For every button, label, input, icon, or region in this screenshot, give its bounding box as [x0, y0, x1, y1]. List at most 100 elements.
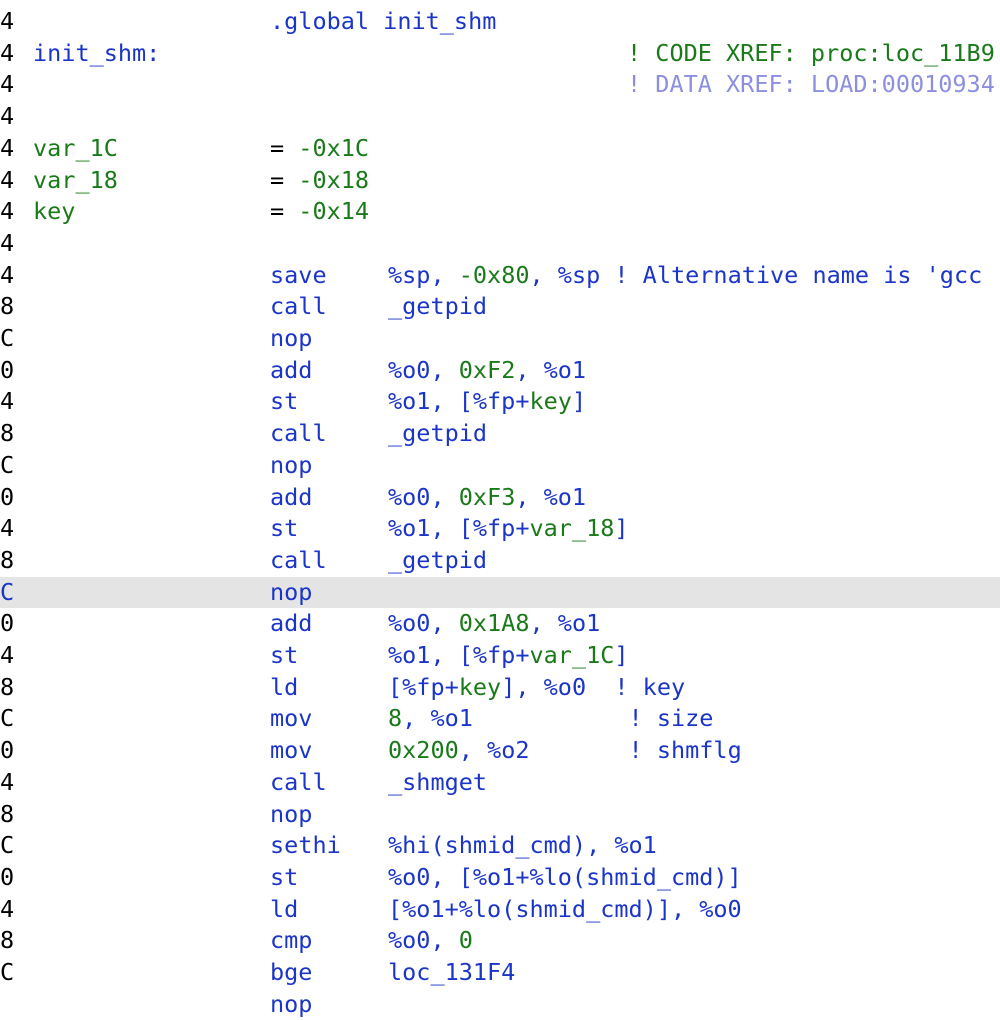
row-global[interactable]: 4 .global init_shm — [0, 6, 1000, 38]
operands[interactable]: %o1, [%fp+var_1C] — [388, 640, 629, 672]
row-mov-shmflg[interactable]: 0 mov 0x200, %o2 ! shmflg — [0, 735, 1000, 767]
mnemonic[interactable]: cmp — [270, 925, 312, 957]
code-label[interactable]: init_shm: — [33, 38, 160, 70]
token: nop — [270, 450, 313, 479]
token: 0x1A8 — [458, 609, 530, 638]
operands[interactable]: %o0, 0 — [388, 925, 473, 957]
row-st-var-1c[interactable]: 4 st %o1, [%fp+var_1C] — [0, 640, 1000, 672]
row-nop-1[interactable]: Cnop — [0, 323, 1000, 355]
mnemonic[interactable]: ld — [270, 672, 298, 704]
row-save[interactable]: 4 save %sp, -0x80, %sp ! Alternative name … — [0, 260, 1000, 292]
mnemonic[interactable]: mov — [270, 735, 312, 767]
operands[interactable]: %o0, 0xF3, %o1 — [388, 482, 586, 514]
row-add-f3[interactable]: 0 add %o0, 0xF3, %o1 — [0, 482, 1000, 514]
mnemonic[interactable]: sethi — [270, 830, 341, 862]
code-label[interactable]: key — [33, 196, 75, 228]
mnemonic[interactable]: st — [270, 513, 298, 545]
address: C — [0, 958, 15, 986]
row-mov-size[interactable]: Cmov 8, %o1 ! size — [0, 703, 1000, 735]
mnemonic[interactable]: save — [270, 260, 327, 292]
operands[interactable]: %o1, [%fp+var_18] — [388, 513, 629, 545]
mnemonic[interactable]: call — [270, 545, 327, 577]
operands[interactable]: _getpid — [388, 545, 487, 577]
operands[interactable]: 8, %o1 ! size — [388, 703, 713, 735]
token: var_1C — [529, 641, 615, 669]
code-label[interactable]: var_1C — [33, 133, 118, 165]
row-cmp[interactable]: 8 cmp %o0, 0 — [0, 925, 1000, 957]
row-key[interactable]: 4 key = -0x14 — [0, 196, 1000, 228]
mnemonic[interactable]: nop — [270, 577, 312, 609]
mnemonic[interactable]: = -0x14 — [270, 196, 369, 228]
row-add-1a8[interactable]: 0 add %o0, 0x1A8, %o1 — [0, 608, 1000, 640]
token: sethi — [270, 831, 341, 860]
row-call-getpid-3[interactable]: 8 call _getpid — [0, 545, 1000, 577]
row-nop-2[interactable]: Cnop — [0, 450, 1000, 482]
token: _getpid — [388, 419, 488, 448]
token: 0xF3 — [458, 482, 516, 511]
mnemonic[interactable]: .global init_shm — [270, 6, 496, 38]
mnemonic[interactable]: nop — [270, 450, 312, 482]
mnemonic[interactable]: call — [270, 767, 327, 799]
row-data-xref[interactable]: 4 ! DATA XREF: LOAD:00010934 — [0, 69, 1000, 101]
mnemonic[interactable]: add — [270, 355, 312, 387]
operands[interactable]: _getpid — [388, 418, 487, 450]
row-var-18[interactable]: 4 var_18 = -0x18 — [0, 165, 1000, 197]
mnemonic[interactable]: st — [270, 386, 298, 418]
token: %o0, — [388, 609, 459, 638]
mnemonic[interactable]: nop — [270, 989, 312, 1020]
operands[interactable]: loc_131F4 — [388, 957, 515, 989]
token: ! DATA XREF: LOAD:00010934 — [627, 70, 995, 99]
address: C — [0, 704, 15, 733]
mnemonic[interactable]: = -0x18 — [270, 165, 369, 197]
token: 0 — [458, 926, 473, 955]
row-st-shmid[interactable]: 0 st %o0, [%o1+%lo(shmid_cmd)] — [0, 862, 1000, 894]
address: 8 — [0, 545, 15, 574]
row-function-label[interactable]: 4 init_shm: ! CODE XREF: proc:loc_11B9 — [0, 38, 1000, 70]
mnemonic[interactable]: call — [270, 291, 327, 323]
operands[interactable]: %o0, 0xF2, %o1 — [388, 355, 586, 387]
token: var_18 — [529, 514, 615, 543]
row-bge[interactable]: Cbge loc_131F4 — [0, 957, 1000, 989]
row-nop-3[interactable]: Cnop — [0, 576, 1000, 609]
operands[interactable]: %hi(shmid_cmd), %o1 — [388, 830, 657, 862]
row-call-shmget[interactable]: 4 call _shmget — [0, 767, 1000, 799]
operands[interactable]: [%fp+key], %o0 ! key — [388, 672, 685, 704]
comment[interactable]: ! CODE XREF: proc:loc_11B9 — [627, 38, 995, 70]
token: %o1, [%fp+ — [388, 514, 530, 543]
row-add-f2[interactable]: 0 add %o0, 0xF2, %o1 — [0, 355, 1000, 387]
operands[interactable]: _getpid — [388, 291, 487, 323]
row-var-1c[interactable]: 4 var_1C = -0x1C — [0, 133, 1000, 165]
row-ld-key[interactable]: 8 ld [%fp+key], %o0 ! key — [0, 672, 1000, 704]
row-st-key[interactable]: 4 st %o1, [%fp+key] — [0, 386, 1000, 418]
code-label[interactable]: var_18 — [33, 165, 118, 197]
disassembly-listing[interactable]: 4 .global init_shm 4 init_shm: ! CODE XREF: … — [0, 0, 1000, 1018]
operands[interactable]: [%o1+%lo(shmid_cmd)], %o0 — [388, 894, 742, 926]
row-blank-1[interactable]: 4 — [0, 101, 1000, 133]
mnemonic[interactable]: nop — [270, 323, 312, 355]
mnemonic[interactable]: ld — [270, 894, 298, 926]
mnemonic[interactable]: = -0x1C — [270, 133, 369, 165]
mnemonic[interactable]: st — [270, 862, 298, 894]
mnemonic[interactable]: add — [270, 608, 312, 640]
row-sethi[interactable]: Csethi %hi(shmid_cmd), %o1 — [0, 830, 1000, 862]
mnemonic[interactable]: bge — [270, 957, 312, 989]
operands[interactable]: %o0, [%o1+%lo(shmid_cmd)] — [388, 862, 742, 894]
mnemonic[interactable]: nop — [270, 799, 312, 831]
row-ld-shmid[interactable]: 4 ld [%o1+%lo(shmid_cmd)], %o0 — [0, 894, 1000, 926]
operands[interactable]: _shmget — [388, 767, 487, 799]
row-blank-2[interactable]: 4 — [0, 228, 1000, 260]
mnemonic[interactable]: add — [270, 482, 312, 514]
comment[interactable]: ! DATA XREF: LOAD:00010934 — [627, 69, 995, 101]
operands[interactable]: 0x200, %o2 ! shmflg — [388, 735, 742, 767]
operands[interactable]: %o0, 0x1A8, %o1 — [388, 608, 600, 640]
row-nop-4[interactable]: 8 nop — [0, 799, 1000, 831]
row-st-var-18[interactable]: 4 st %o1, [%fp+var_18] — [0, 513, 1000, 545]
operands[interactable]: %sp, -0x80, %sp ! Alternative name is 'g… — [388, 260, 982, 292]
mnemonic[interactable]: call — [270, 418, 327, 450]
mnemonic[interactable]: mov — [270, 703, 312, 735]
row-call-getpid-1[interactable]: 8 call _getpid — [0, 291, 1000, 323]
row-call-getpid-2[interactable]: 8 call _getpid — [0, 418, 1000, 450]
operands[interactable]: %o1, [%fp+key] — [388, 386, 586, 418]
mnemonic[interactable]: st — [270, 640, 298, 672]
row-nop-5[interactable]: nop — [0, 989, 1000, 1020]
